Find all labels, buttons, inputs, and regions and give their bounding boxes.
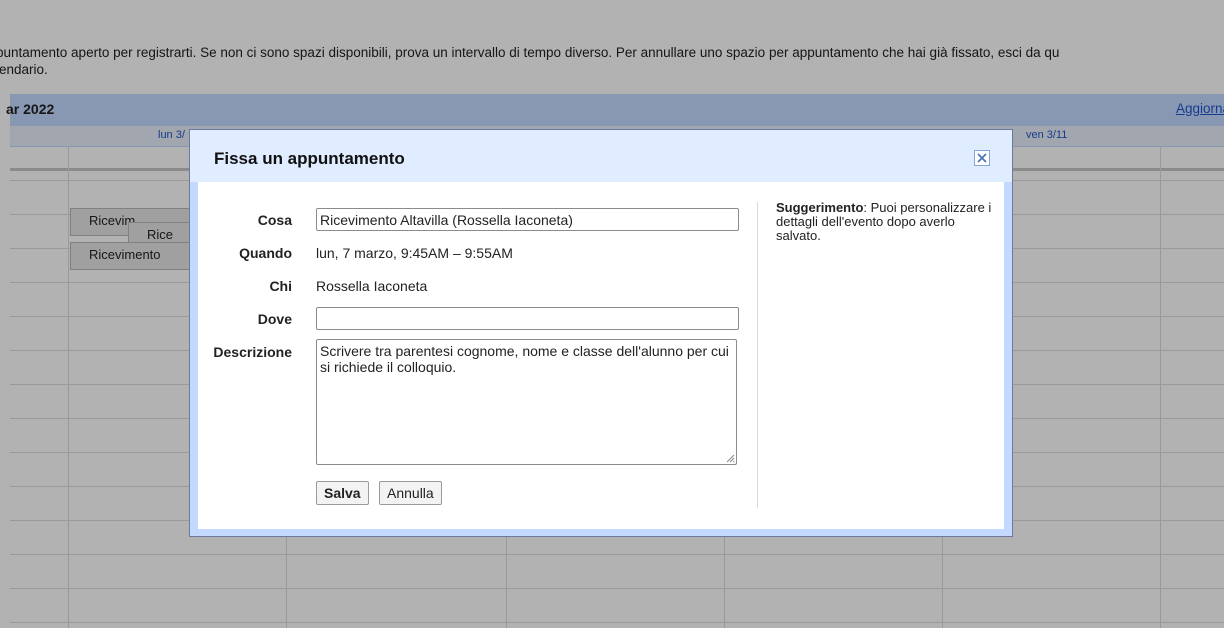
description-label: Descrizione bbox=[213, 344, 292, 360]
when-label: Quando bbox=[239, 245, 292, 261]
what-input[interactable] bbox=[316, 208, 739, 231]
tip-panel: Suggerimento: Puoi personalizzare i dett… bbox=[776, 201, 1001, 243]
appointment-dialog: Fissa un appuntamento Cosa Quando lun, 7… bbox=[189, 129, 1013, 537]
tip-title: Suggerimento bbox=[776, 200, 864, 215]
resize-grip-icon[interactable] bbox=[725, 453, 735, 463]
dialog-title: Fissa un appuntamento bbox=[214, 149, 405, 168]
save-button[interactable]: Salva bbox=[316, 481, 369, 505]
when-value: lun, 7 marzo, 9:45AM – 9:55AM bbox=[316, 245, 513, 261]
what-label: Cosa bbox=[257, 212, 292, 228]
dialog-header: Fissa un appuntamento bbox=[190, 130, 1012, 182]
who-label: Chi bbox=[269, 278, 292, 294]
who-value: Rossella Iaconeta bbox=[316, 278, 428, 294]
close-button[interactable] bbox=[974, 150, 990, 166]
dialog-divider bbox=[757, 202, 758, 508]
description-textarea[interactable]: Scrivere tra parentesi cognome, nome e c… bbox=[316, 339, 737, 465]
where-input[interactable] bbox=[316, 307, 739, 330]
where-label: Dove bbox=[257, 311, 292, 327]
cancel-button[interactable]: Annulla bbox=[379, 481, 442, 505]
calendar-page: puntamento aperto per registrarti. Se no… bbox=[0, 0, 1224, 628]
dialog-body: Cosa Quando lun, 7 marzo, 9:45AM – 9:55A… bbox=[198, 182, 1004, 529]
close-icon bbox=[977, 153, 987, 163]
